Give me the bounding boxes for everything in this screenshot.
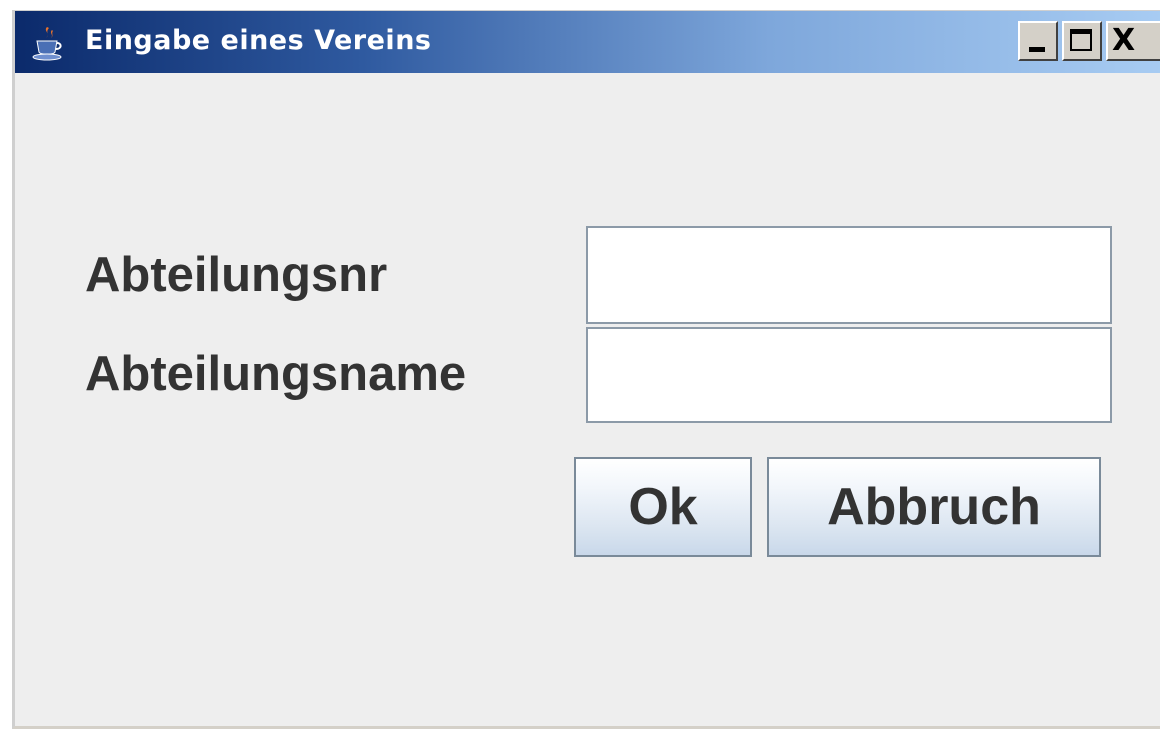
maximize-icon	[1070, 29, 1092, 51]
abteilungsnr-input[interactable]	[586, 226, 1112, 324]
window-title: Eingabe eines Vereins	[85, 25, 432, 56]
cancel-button[interactable]: Abbruch	[767, 457, 1101, 557]
ok-button[interactable]: Ok	[574, 457, 752, 557]
dialog-window: Eingabe eines Vereins X Abteilungsnr Abt…	[12, 10, 1160, 729]
close-button[interactable]: X	[1106, 21, 1160, 61]
abteilungsnr-label: Abteilungsnr	[85, 248, 388, 302]
minimize-icon	[1029, 47, 1045, 52]
java-cup-icon	[32, 27, 62, 61]
minimize-button[interactable]	[1018, 21, 1058, 61]
title-bar[interactable]: Eingabe eines Vereins X	[15, 11, 1160, 73]
abteilungsname-label: Abteilungsname	[85, 347, 467, 401]
close-icon: X	[1112, 23, 1136, 58]
abteilungsname-input[interactable]	[586, 327, 1112, 423]
maximize-button[interactable]	[1062, 21, 1102, 61]
